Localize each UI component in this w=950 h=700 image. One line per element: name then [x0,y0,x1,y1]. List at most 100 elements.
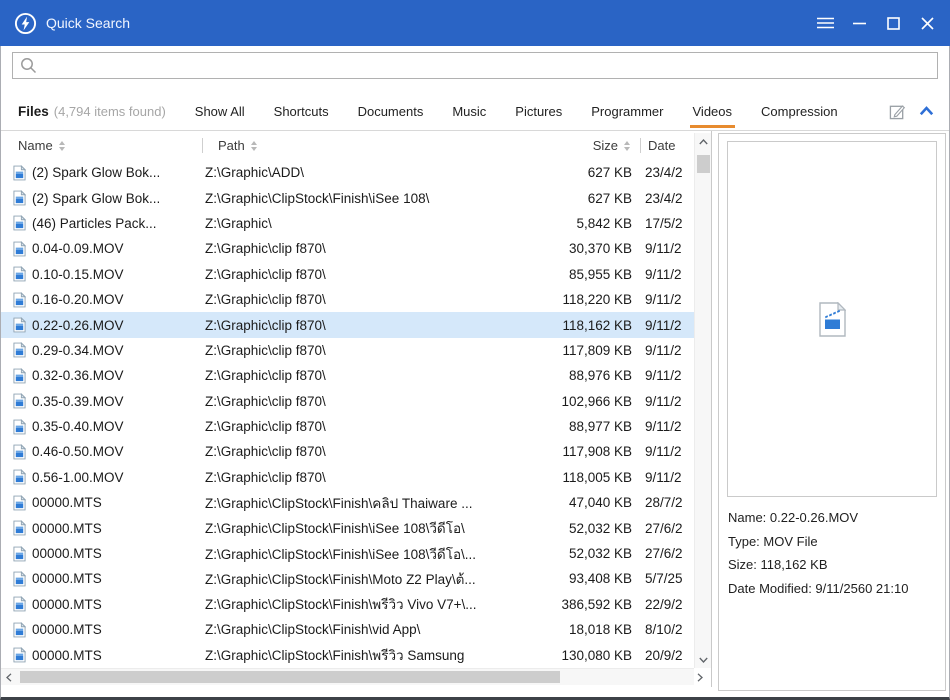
table-row[interactable]: 0.56-1.00.MOV Z:\Graphic\clip f870\ 118,… [0,465,694,490]
path-cell: Z:\Graphic\ClipStock\Finish\Moto Z2 Play… [205,571,476,587]
table-row[interactable]: 00000.MTS Z:\Graphic\ClipStock\Finish\คล… [0,490,694,515]
table-row[interactable]: 0.46-0.50.MOV Z:\Graphic\clip f870\ 117,… [0,439,694,464]
size-cell: 118,005 KB [562,469,632,485]
column-divider [640,138,641,153]
collapse-button[interactable] [919,106,934,116]
vertical-scroll-thumb[interactable] [697,155,710,173]
table-row[interactable]: 0.22-0.26.MOV Z:\Graphic\clip f870\ 118,… [0,312,694,338]
table-header: Name Path Size Date [0,131,711,160]
date-cell: 9/11/2 [645,469,682,485]
table-row[interactable]: 00000.MTS Z:\Graphic\ClipStock\Finish\iS… [0,541,694,566]
app-logo-icon [14,12,37,35]
path-cell: Z:\Graphic\ADD\ [205,165,305,181]
path-cell: Z:\Graphic\ClipStock\Finish\iSee 108\วีด… [205,546,477,562]
table-row[interactable]: (2) Spark Glow Bok... Z:\Graphic\ClipSto… [0,185,694,210]
path-cell: Z:\Graphic\ClipStock\Finish\iSee 108\ [205,190,430,206]
video-file-icon [13,291,26,308]
edit-tabs-button[interactable] [889,103,906,120]
chevron-down-icon [699,657,708,663]
size-cell: 52,032 KB [568,520,632,536]
search-input[interactable] [37,53,937,78]
tab-documents[interactable]: Documents [358,92,424,130]
column-header-size[interactable]: Size [593,131,631,160]
scroll-down-button[interactable] [695,651,711,668]
table-row[interactable]: 00000.MTS Z:\Graphic\ClipStock\Finish\พร… [0,592,694,617]
video-file-icon [13,570,26,587]
files-label: Files [18,103,49,119]
sort-icon [250,140,258,151]
preview-panel: Name: 0.22-0.26.MOV Type: MOV File Size: 1… [718,133,946,691]
table-row[interactable]: 0.32-0.36.MOV Z:\Graphic\clip f870\ 88,9… [0,363,694,388]
date-cell: 27/6/2 [645,520,683,536]
table-row[interactable]: 0.10-0.15.MOV Z:\Graphic\clip f870\ 85,9… [0,262,694,287]
name-cell: (46) Particles Pack... [0,215,205,231]
path-cell: Z:\Graphic\ClipStock\Finish\พรีวิว Vivo … [205,597,477,613]
video-file-icon [13,317,26,333]
tab-show-all[interactable]: Show All [195,92,245,130]
column-divider [202,138,203,153]
size-cell: 30,370 KB [568,241,632,257]
tab-videos[interactable]: Videos [689,92,735,130]
size-cell: 52,032 KB [568,546,632,562]
table-row[interactable]: (46) Particles Pack... Z:\Graphic\ 5,842… [0,211,694,236]
path-cell: Z:\Graphic\clip f870\ [205,393,326,409]
maximize-button[interactable] [876,0,910,46]
path-cell: Z:\Graphic\clip f870\ [205,419,326,435]
video-file-icon [13,190,26,206]
video-file-icon [13,215,26,231]
date-cell: 9/11/2 [645,368,682,384]
date-cell: 9/11/2 [645,444,682,460]
date-cell: 28/7/2 [645,495,683,511]
name-cell: 0.29-0.34.MOV [0,342,205,358]
tab-music[interactable]: Music [452,92,486,130]
name-cell: 0.22-0.26.MOV [0,317,205,333]
close-icon [920,16,934,30]
table-row[interactable]: 00000.MTS Z:\Graphic\ClipStock\Finish\vi… [0,617,694,642]
window-menu-button[interactable] [808,0,842,46]
table-row[interactable]: 0.29-0.34.MOV Z:\Graphic\clip f870\ 117,… [0,338,694,363]
chevron-up-icon [919,106,934,116]
tab-shortcuts[interactable]: Shortcuts [274,92,329,130]
results-tabs: Files (4,794 items found) Show All Shortc… [0,92,950,131]
scroll-up-button[interactable] [695,133,711,150]
scroll-right-button[interactable] [691,669,708,685]
table-body: (2) Spark Glow Bok... Z:\Graphic\ADD\ 62… [0,160,694,668]
path-cell: Z:\Graphic\clip f870\ [205,469,326,485]
horizontal-scrollbar[interactable] [0,668,703,685]
tab-compression[interactable]: Compression [761,92,838,130]
tab-programmer[interactable]: Programmer [591,92,663,130]
name-cell: 00000.MTS [0,545,205,562]
table-row[interactable]: 00000.MTS Z:\Graphic\ClipStock\Finish\iS… [0,515,694,540]
column-header-date[interactable]: Date [648,131,675,160]
column-header-path[interactable]: Path [218,131,258,160]
horizontal-scroll-thumb[interactable] [20,671,560,683]
date-cell: 9/11/2 [645,317,682,333]
minimize-icon [852,22,866,24]
minimize-button[interactable] [842,0,876,46]
column-header-name[interactable]: Name [18,131,66,160]
path-cell: Z:\Graphic\clip f870\ [205,241,326,257]
table-row[interactable]: 0.35-0.39.MOV Z:\Graphic\clip f870\ 102,… [0,389,694,414]
menu-icon [816,17,834,29]
window-title: Quick Search [46,15,131,31]
close-button[interactable] [910,0,944,46]
maximize-icon [886,16,900,30]
name-cell: 00000.MTS [0,494,205,511]
path-cell: Z:\Graphic\clip f870\ [205,368,326,384]
video-file-icon [13,596,26,612]
table-row[interactable]: 00000.MTS Z:\Graphic\ClipStock\Finish\พร… [0,642,694,667]
name-cell: (2) Spark Glow Bok... [0,164,205,181]
tab-pictures[interactable]: Pictures [515,92,562,130]
table-row[interactable]: 0.16-0.20.MOV Z:\Graphic\clip f870\ 118,… [0,287,694,312]
name-cell: 0.04-0.09.MOV [0,240,205,257]
table-row[interactable]: 00000.MTS Z:\Graphic\ClipStock\Finish\Mo… [0,566,694,591]
video-preview-icon [818,301,846,337]
name-cell: 00000.MTS [0,570,205,587]
table-row[interactable]: 0.35-0.40.MOV Z:\Graphic\clip f870\ 88,9… [0,414,694,439]
table-row[interactable]: (2) Spark Glow Bok... Z:\Graphic\ADD\ 62… [0,160,694,185]
table-row[interactable]: 0.04-0.09.MOV Z:\Graphic\clip f870\ 30,3… [0,236,694,261]
size-cell: 47,040 KB [568,495,632,511]
scroll-left-button[interactable] [0,669,17,685]
vertical-scrollbar[interactable] [694,133,711,668]
size-cell: 627 KB [587,165,632,181]
